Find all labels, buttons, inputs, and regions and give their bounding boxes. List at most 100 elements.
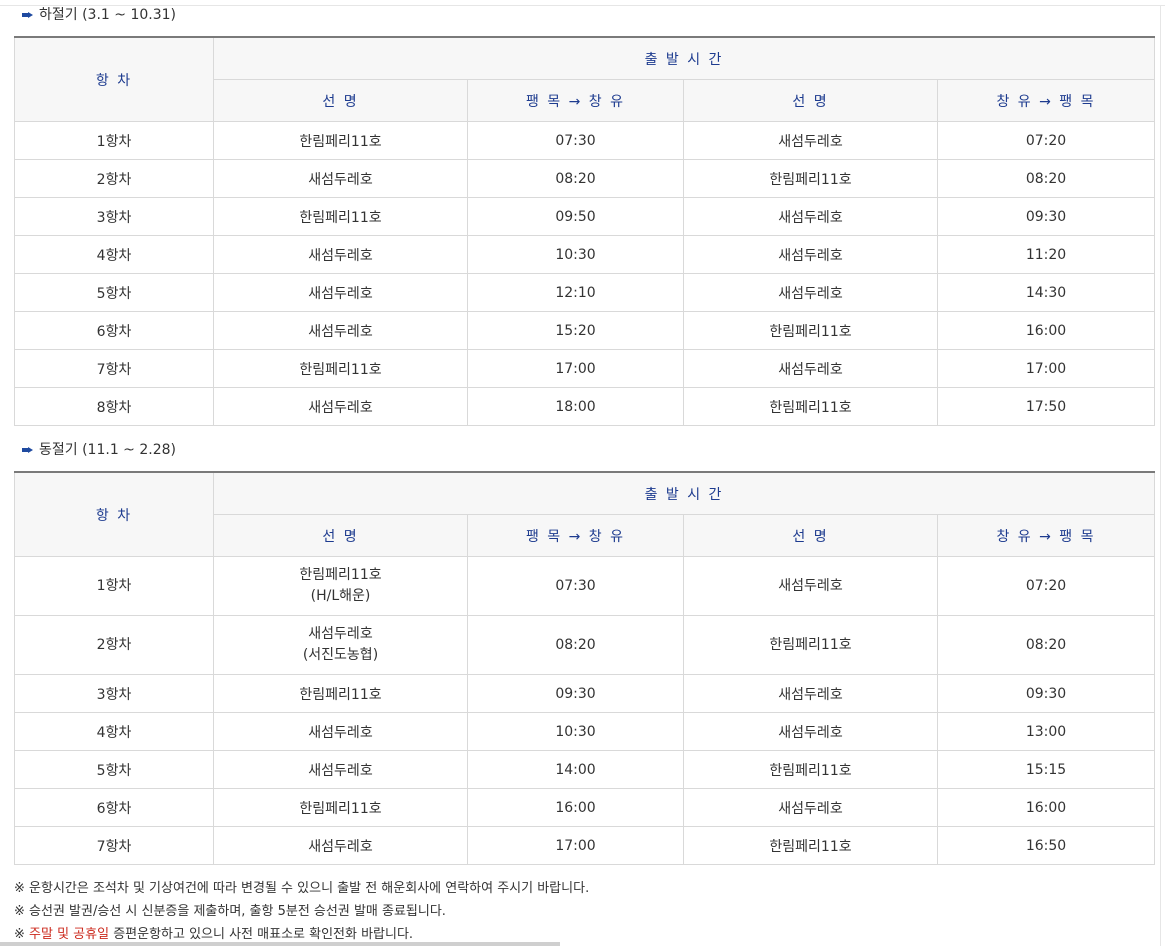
section-title-text: 하절기 (3.1 ~ 10.31) bbox=[39, 7, 176, 23]
header-route-paengmok-changyu: 팽 목 → 창 유 bbox=[467, 514, 684, 557]
trip-cell: 8항차 bbox=[14, 387, 214, 426]
time-cell: 14:00 bbox=[467, 750, 684, 789]
right-divider bbox=[1160, 6, 1161, 946]
notice-list: ※ 운항시간은 조석차 및 기상여건에 따라 변경될 수 있으니 출발 전 해운… bbox=[14, 877, 589, 946]
table-row: 2항차 새섬두레호 08:20 한림페리11호 08:20 bbox=[14, 159, 1155, 198]
time-cell: 07:20 bbox=[937, 121, 1155, 160]
ship-cell: 새섬두레호 bbox=[683, 121, 938, 160]
time-cell: 08:20 bbox=[467, 615, 684, 675]
header-route-changyu-paengmok: 창 유 → 팽 목 bbox=[937, 79, 1155, 122]
ship-cell: 한림페리11호 bbox=[683, 159, 938, 198]
table-row: 7항차 한림페리11호 17:00 새섬두레호 17:00 bbox=[14, 349, 1155, 388]
time-cell: 13:00 bbox=[937, 712, 1155, 751]
ship-operator: (H/L해운) bbox=[310, 588, 371, 604]
ship-cell: 한림페리11호 bbox=[213, 788, 468, 827]
header-trip: 항 차 bbox=[14, 36, 214, 122]
table-row: 4항차 새섬두레호 10:30 새섬두레호 11:20 bbox=[14, 235, 1155, 274]
time-cell: 14:30 bbox=[937, 273, 1155, 312]
time-cell: 10:30 bbox=[467, 712, 684, 751]
header-trip: 항 차 bbox=[14, 471, 214, 557]
trip-cell: 3항차 bbox=[14, 197, 214, 236]
time-cell: 07:30 bbox=[467, 556, 684, 616]
time-cell: 08:20 bbox=[937, 159, 1155, 198]
header-ship-name: 선 명 bbox=[213, 79, 468, 122]
time-cell: 16:00 bbox=[467, 788, 684, 827]
trip-cell: 7항차 bbox=[14, 349, 214, 388]
header-route-changyu-paengmok: 창 유 → 팽 목 bbox=[937, 514, 1155, 557]
time-cell: 10:30 bbox=[467, 235, 684, 274]
ship-cell: 새섬두레호 bbox=[213, 311, 468, 350]
table-row: 8항차 새섬두레호 18:00 한림페리11호 17:50 bbox=[14, 387, 1155, 426]
winter-schedule-table: 항 차 출 발 시 간 선 명 팽 목 → 창 유 선 명 창 유 → 팽 목 … bbox=[14, 471, 1155, 865]
table-row: 5항차 새섬두레호 12:10 새섬두레호 14:30 bbox=[14, 273, 1155, 312]
ship-cell: 새섬두레호 bbox=[213, 826, 468, 865]
ship-cell: 한림페리11호 bbox=[683, 826, 938, 865]
trip-cell: 3항차 bbox=[14, 674, 214, 713]
section-title-text: 동절기 (11.1 ~ 2.28) bbox=[39, 442, 176, 458]
table-row: 5항차 새섬두레호 14:00 한림페리11호 15:15 bbox=[14, 750, 1155, 789]
ship-name: 한림페리11호 bbox=[299, 567, 382, 583]
notice-highlight: 주말 및 공휴일 bbox=[29, 927, 110, 942]
time-cell: 17:50 bbox=[937, 387, 1155, 426]
ship-cell: 새섬두레호 bbox=[683, 273, 938, 312]
notice-text: 증편운항하고 있으니 사전 매표소로 확인전화 바랍니다. bbox=[109, 927, 414, 942]
section-title-winter: 동절기 (11.1 ~ 2.28) bbox=[22, 441, 176, 459]
time-cell: 08:20 bbox=[467, 159, 684, 198]
ship-cell: 한림페리11호 bbox=[683, 615, 938, 675]
time-cell: 17:00 bbox=[937, 349, 1155, 388]
ship-operator: (서진도농협) bbox=[302, 647, 379, 663]
ship-cell: 한림페리11호 (H/L해운) bbox=[213, 556, 468, 616]
ship-cell: 한림페리11호 bbox=[213, 121, 468, 160]
time-cell: 09:30 bbox=[937, 197, 1155, 236]
trip-cell: 6항차 bbox=[14, 311, 214, 350]
ship-cell: 새섬두레호 bbox=[213, 273, 468, 312]
table-row: 1항차 한림페리11호 07:30 새섬두레호 07:20 bbox=[14, 121, 1155, 160]
ship-name: 새섬두레호 bbox=[308, 626, 373, 642]
trip-cell: 5항차 bbox=[14, 273, 214, 312]
ship-cell: 새섬두레호 bbox=[683, 349, 938, 388]
table-row: 2항차 새섬두레호 (서진도농협) 08:20 한림페리11호 08:20 bbox=[14, 615, 1155, 675]
time-cell: 09:30 bbox=[467, 674, 684, 713]
trip-cell: 1항차 bbox=[14, 121, 214, 160]
table-row: 4항차 새섬두레호 10:30 새섬두레호 13:00 bbox=[14, 712, 1155, 751]
ship-cell: 한림페리11호 bbox=[213, 197, 468, 236]
time-cell: 17:00 bbox=[467, 349, 684, 388]
header-departure: 출 발 시 간 bbox=[213, 471, 1155, 515]
header-ship-name: 선 명 bbox=[683, 79, 938, 122]
ship-cell: 한림페리11호 bbox=[213, 674, 468, 713]
time-cell: 16:00 bbox=[937, 788, 1155, 827]
time-cell: 07:30 bbox=[467, 121, 684, 160]
header-route-paengmok-changyu: 팽 목 → 창 유 bbox=[467, 79, 684, 122]
table-row: 7항차 새섬두레호 17:00 한림페리11호 16:50 bbox=[14, 826, 1155, 865]
table-row: 3항차 한림페리11호 09:50 새섬두레호 09:30 bbox=[14, 197, 1155, 236]
notice-item: ※ 승선권 발권/승선 시 신분증을 제출하며, 출항 5분전 승선권 발매 종… bbox=[14, 904, 446, 919]
summer-schedule-table: 항 차 출 발 시 간 선 명 팽 목 → 창 유 선 명 창 유 → 팽 목 … bbox=[14, 36, 1155, 426]
ship-cell: 한림페리11호 bbox=[213, 349, 468, 388]
ship-cell: 새섬두레호 bbox=[683, 788, 938, 827]
time-cell: 16:50 bbox=[937, 826, 1155, 865]
time-cell: 18:00 bbox=[467, 387, 684, 426]
trip-cell: 5항차 bbox=[14, 750, 214, 789]
ship-cell: 한림페리11호 bbox=[683, 750, 938, 789]
ship-cell: 새섬두레호 bbox=[683, 674, 938, 713]
ship-cell: 한림페리11호 bbox=[683, 311, 938, 350]
ship-cell: 새섬두레호 bbox=[683, 556, 938, 616]
table-row: 1항차 한림페리11호 (H/L해운) 07:30 새섬두레호 07:20 bbox=[14, 556, 1155, 616]
notice-item: ※ 운항시간은 조석차 및 기상여건에 따라 변경될 수 있으니 출발 전 해운… bbox=[14, 881, 590, 896]
trip-cell: 6항차 bbox=[14, 788, 214, 827]
header-ship-name: 선 명 bbox=[213, 514, 468, 557]
arrow-bullet-icon bbox=[22, 447, 33, 453]
trip-cell: 1항차 bbox=[14, 556, 214, 616]
table-row: 3항차 한림페리11호 09:30 새섬두레호 09:30 bbox=[14, 674, 1155, 713]
time-cell: 09:30 bbox=[937, 674, 1155, 713]
time-cell: 08:20 bbox=[937, 615, 1155, 675]
horizontal-scrollbar[interactable] bbox=[0, 942, 560, 946]
time-cell: 15:15 bbox=[937, 750, 1155, 789]
ship-cell: 새섬두레호 (서진도농협) bbox=[213, 615, 468, 675]
trip-cell: 7항차 bbox=[14, 826, 214, 865]
section-title-summer: 하절기 (3.1 ~ 10.31) bbox=[22, 6, 176, 24]
trip-cell: 4항차 bbox=[14, 712, 214, 751]
ship-cell: 새섬두레호 bbox=[213, 387, 468, 426]
arrow-bullet-icon bbox=[22, 12, 33, 18]
time-cell: 12:10 bbox=[467, 273, 684, 312]
